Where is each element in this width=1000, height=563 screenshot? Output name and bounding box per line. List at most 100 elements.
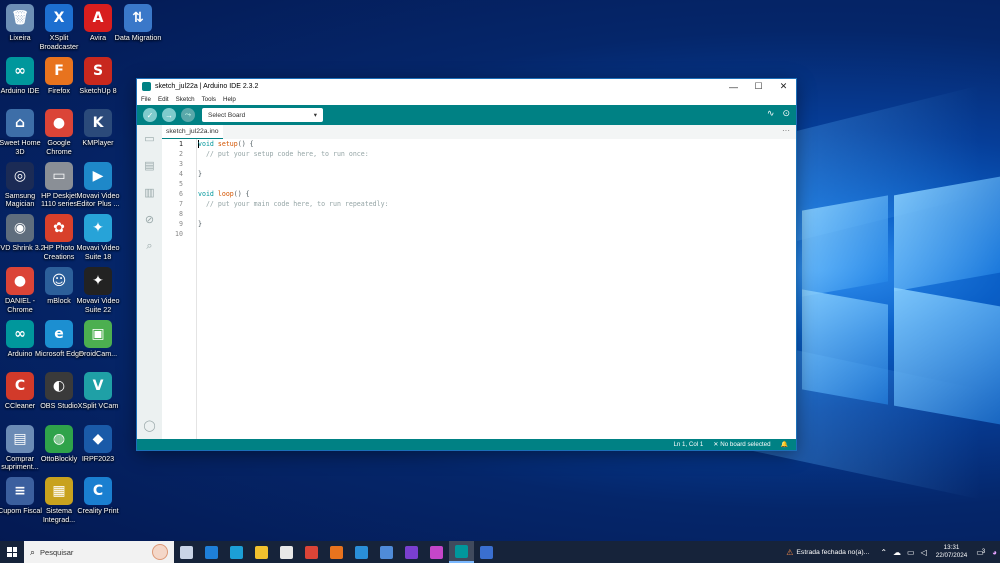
app-icon: ≡ — [6, 477, 34, 506]
desktop-icon[interactable]: ▣ DroidCam... — [73, 319, 123, 359]
desktop-icon-label: IRPF2023 — [81, 453, 115, 463]
menu-file[interactable]: File — [141, 96, 151, 103]
network-status-text[interactable]: Estrada fechada no(a)... — [796, 549, 869, 556]
taskbar: ⌕ Pesquisar ⚠ Estrada fechada no(a)... ⌃… — [0, 541, 1000, 563]
line-number: 2 — [179, 150, 183, 158]
taskbar-app-creality[interactable] — [349, 541, 374, 563]
line-number: 1 — [179, 140, 183, 148]
serial-plotter-icon[interactable]: ∿ — [767, 108, 775, 119]
desktop-icon[interactable]: ✦ Movavi Video Suite 22 — [73, 267, 123, 314]
app-icon: ▣ — [84, 319, 112, 348]
search-icon: ⌕ — [30, 546, 36, 557]
menu-edit[interactable]: Edit — [158, 96, 169, 103]
traffic-alert-icon[interactable]: ⚠ — [786, 548, 793, 557]
chevron-down-icon: ▾ — [313, 112, 317, 119]
desktop-icon[interactable]: ✦ Movavi Video Suite 18 — [73, 214, 123, 261]
board-select-dropdown[interactable]: Select Board ▾ — [202, 108, 323, 122]
taskbar-app-edge[interactable] — [224, 541, 249, 563]
start-button[interactable] — [0, 541, 24, 563]
line-number-gutter: 1 2 3 4 5 6 7 8 9 10 — [162, 139, 197, 439]
taskbar-app-explorer[interactable] — [249, 541, 274, 563]
app-icon: 🗑 — [6, 4, 34, 32]
taskbar-app-mail[interactable] — [199, 541, 224, 563]
desktop-icon[interactable]: C Creality Print — [73, 477, 123, 516]
taskbar-app-creality-2[interactable] — [374, 541, 399, 563]
desktop-icon[interactable]: V XSplit VCam — [73, 372, 123, 411]
minimize-button[interactable]: — — [721, 79, 746, 94]
search-highlight-icon — [152, 544, 168, 560]
code-function: setup — [217, 140, 238, 148]
editor[interactable]: sketch_jul22a.ino ··· 1 2 3 4 5 6 7 8 9 10 void s… — [162, 125, 796, 439]
tab-sketch[interactable]: sketch_jul22a.ino — [162, 125, 223, 139]
windows-icon — [7, 547, 17, 557]
maximize-button[interactable]: ☐ — [746, 79, 771, 94]
sketchbook-icon[interactable]: ▭ — [137, 125, 162, 152]
taskbar-app-arduino[interactable] — [449, 541, 474, 563]
toolbar: ✓ → ⤳ Select Board ▾ ∿ ⊙ — [137, 105, 796, 125]
library-manager-icon[interactable]: ▥ — [137, 179, 162, 206]
debug-button[interactable]: ⤳ — [181, 108, 195, 122]
onedrive-icon[interactable]: ☁ — [893, 548, 901, 557]
taskbar-app-store[interactable] — [274, 541, 299, 563]
menu-bar: File Edit Sketch Tools Help — [137, 94, 796, 105]
profile-icon[interactable]: ◯ — [137, 412, 162, 439]
desktop-icon[interactable]: S SketchUp 8 — [73, 56, 123, 96]
taskbar-app-app-blue[interactable] — [474, 541, 499, 563]
code-line: } — [198, 219, 389, 229]
menu-tools[interactable]: Tools — [202, 96, 216, 103]
close-button[interactable]: ✕ — [771, 79, 796, 94]
line-number: 5 — [179, 180, 183, 188]
app-icon: ∞ — [6, 56, 34, 85]
desktop-icon[interactable]: ⇅ Data Migration — [113, 4, 163, 43]
code-text: () { — [233, 190, 250, 198]
app-icon: ✦ — [84, 267, 112, 295]
clock-date: 22/07/2024 — [935, 552, 968, 559]
code-keyword: void — [198, 190, 214, 198]
taskbar-app-movavi[interactable] — [424, 541, 449, 563]
clock[interactable]: 13:31 22/07/2024 — [936, 544, 968, 560]
code-line: } — [198, 169, 389, 179]
app-icon: ▭ — [45, 161, 73, 190]
more-icon[interactable]: ··· — [782, 126, 790, 135]
taskbar-app-task-view[interactable] — [174, 541, 199, 563]
boards-manager-icon[interactable]: ▤ — [137, 152, 162, 179]
app-icon: X — [45, 4, 73, 32]
serial-monitor-icon[interactable]: ⊙ — [782, 108, 790, 119]
code-comment: // put your main code here, to run repea… — [205, 200, 389, 208]
desktop-icon[interactable]: ◆ IRPF2023 — [73, 424, 123, 464]
code-keyword: void — [198, 140, 214, 148]
search-icon[interactable]: ⌕ — [137, 233, 162, 260]
chevron-up-icon[interactable]: ⌃ — [880, 548, 887, 557]
title-bar[interactable]: sketch_jul22a | Arduino IDE 2.3.2 — ☐ ✕ — [137, 79, 796, 94]
debug-icon[interactable]: ⊘ — [137, 206, 162, 233]
network-icon[interactable]: ▭ — [907, 548, 915, 557]
taskbar-app-chrome[interactable] — [299, 541, 324, 563]
verify-button[interactable]: ✓ — [143, 108, 157, 122]
app-icon: ∞ — [6, 319, 34, 348]
desktop-icon[interactable]: K KMPlayer — [73, 109, 123, 148]
app-icon: F — [45, 56, 73, 85]
search-box[interactable]: ⌕ Pesquisar — [24, 541, 174, 563]
code-text: } — [198, 220, 202, 228]
menu-help[interactable]: Help — [223, 96, 236, 103]
code-area[interactable]: void setup() { // put your setup code he… — [198, 139, 389, 239]
taskbar-app-firefox[interactable] — [324, 541, 349, 563]
taskbar-app-app-purple[interactable] — [399, 541, 424, 563]
bell-icon[interactable]: 🔔 — [781, 441, 788, 448]
cursor-position: Ln 1, Col 1 — [673, 441, 704, 448]
volume-icon[interactable]: ◁ — [921, 548, 927, 557]
app-icon: ⌂ — [6, 109, 34, 138]
line-number: 6 — [179, 190, 183, 198]
menu-sketch[interactable]: Sketch — [176, 96, 195, 103]
explorer-icon — [255, 545, 268, 559]
upload-button[interactable]: → — [162, 108, 176, 122]
board-status[interactable]: ✕ No board selected — [713, 441, 770, 448]
line-number: 4 — [179, 170, 183, 178]
desktop-icon-label: Movavi Video Suite 18 — [76, 243, 120, 261]
code-function: loop — [217, 190, 234, 198]
copilot-icon[interactable]: ◕ — [992, 548, 997, 557]
desktop-icon[interactable]: ▶ Movavi Video Editor Plus ... — [73, 161, 123, 209]
